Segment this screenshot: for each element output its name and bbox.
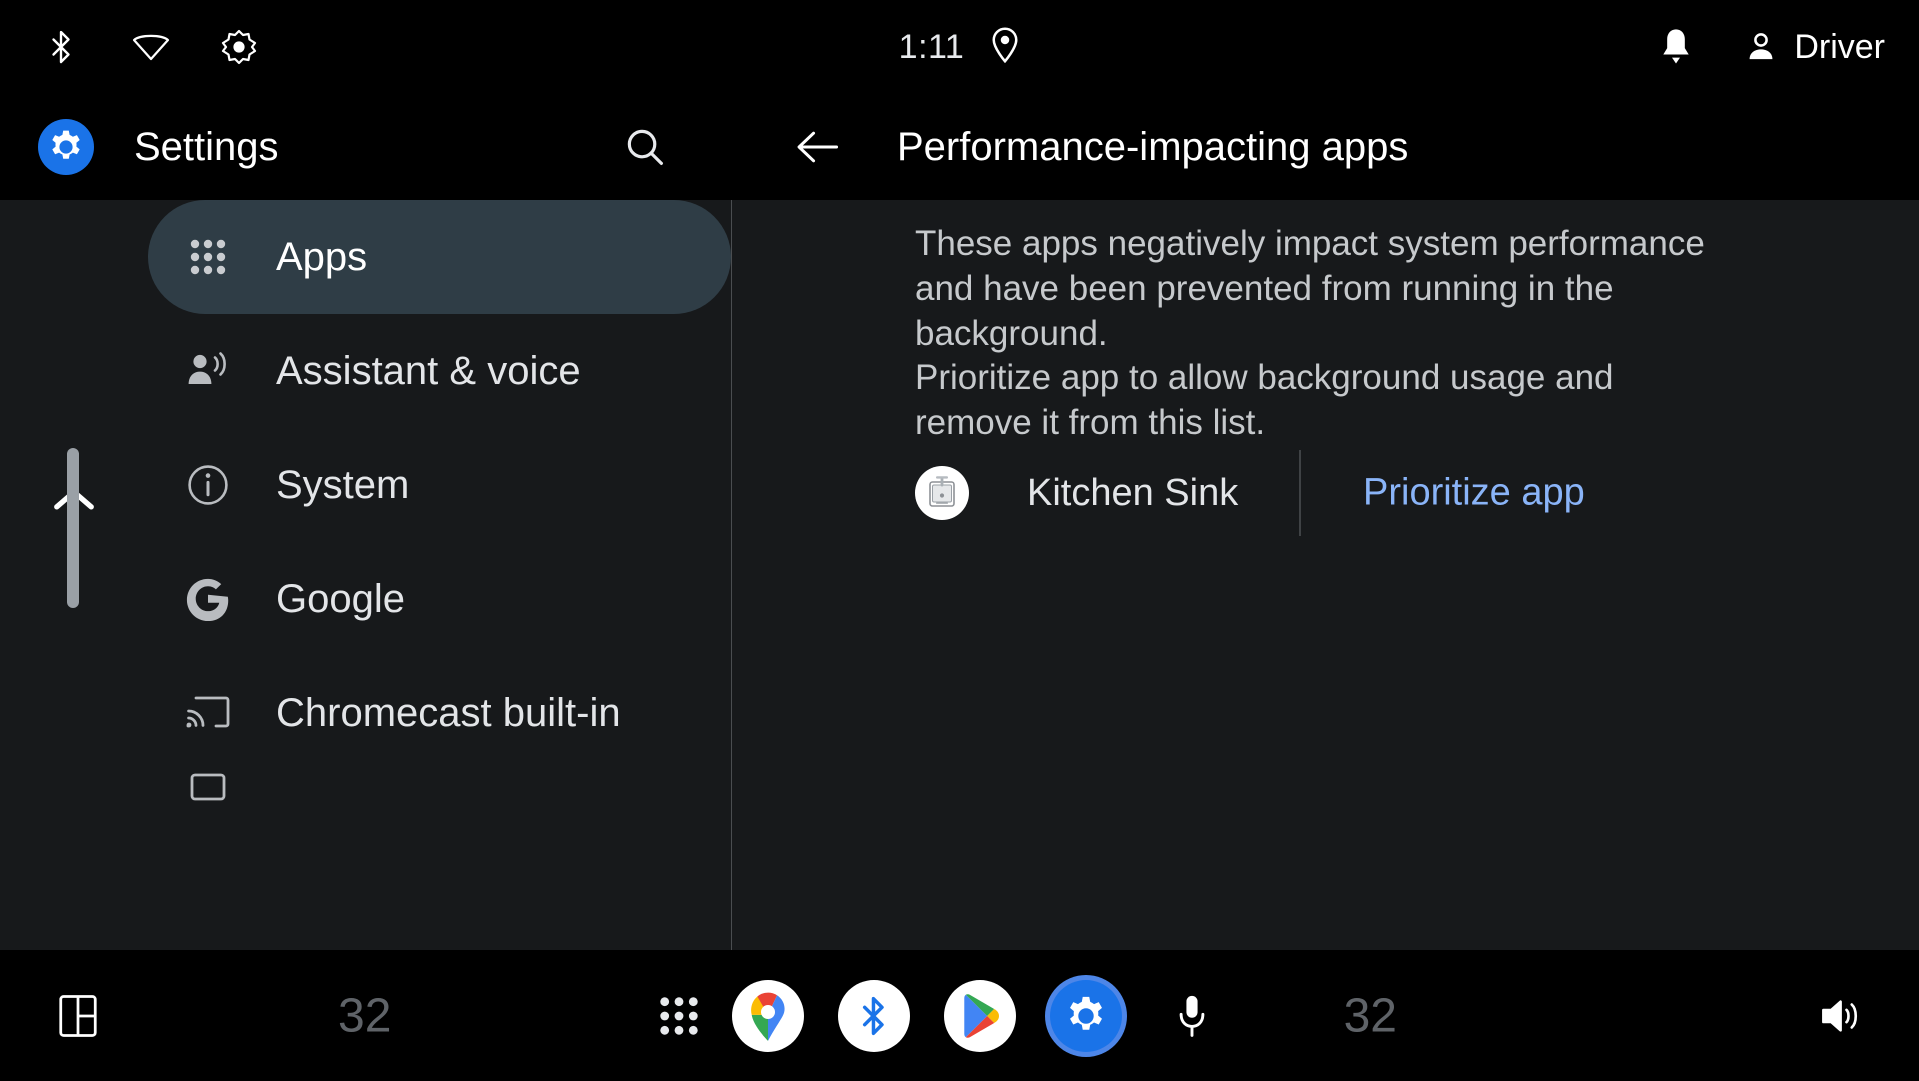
- sidebar-item-label: Google: [276, 576, 405, 621]
- sidebar-item-label: System: [276, 462, 410, 507]
- performance-app-row: Kitchen Sink Prioritize app: [915, 442, 1915, 544]
- detail-panel: These apps negatively impact system perf…: [732, 200, 1919, 950]
- sidebar-item-label: Apps: [276, 234, 368, 279]
- person-icon: [1744, 30, 1778, 64]
- back-arrow-icon[interactable]: [789, 119, 845, 175]
- maps-icon[interactable]: [731, 979, 804, 1052]
- play-store-icon[interactable]: [943, 979, 1016, 1052]
- bluetooth-icon[interactable]: [837, 979, 910, 1052]
- status-bar-center: 1:11: [0, 0, 1919, 94]
- settings-sidebar: Apps Assistant & voice System Google Chr…: [0, 200, 731, 950]
- description-text: These apps negatively impact system perf…: [915, 224, 1705, 443]
- assistant-voice-icon: [180, 343, 236, 399]
- dock-app-list: [731, 979, 1228, 1052]
- row-divider: [1299, 450, 1301, 536]
- clock: 1:11: [898, 27, 965, 66]
- temperature-left[interactable]: 32: [338, 988, 391, 1043]
- bottom-navigation-bar: 32 32: [0, 950, 1919, 1081]
- kitchen-sink-app-icon: [915, 466, 969, 520]
- prioritize-app-button[interactable]: Prioritize app: [1363, 472, 1585, 515]
- google-g-icon: [180, 571, 236, 627]
- detail-app-bar: Performance-impacting apps: [731, 94, 1919, 200]
- partial-item-icon: [180, 770, 236, 810]
- microphone-icon[interactable]: [1156, 980, 1228, 1052]
- status-bar-right: Driver: [1658, 0, 1885, 94]
- app-bar-row: Settings Performance-impacting apps: [0, 94, 1919, 200]
- status-bar: 1:11 Driver: [0, 0, 1919, 94]
- app-name-label: Kitchen Sink: [1027, 471, 1239, 514]
- search-icon[interactable]: [617, 119, 673, 175]
- scrollbar-thumb[interactable]: [67, 448, 79, 608]
- sidebar-item-label: Assistant & voice: [276, 348, 581, 393]
- page-title: Settings: [134, 124, 279, 169]
- user-profile-chip[interactable]: Driver: [1744, 28, 1885, 67]
- location-pin-icon: [990, 26, 1020, 69]
- volume-up-icon[interactable]: [1813, 988, 1869, 1044]
- temperature-right[interactable]: 32: [1344, 988, 1397, 1043]
- apps-grid-icon[interactable]: [655, 992, 703, 1040]
- sidebar-item-google[interactable]: Google: [148, 542, 731, 656]
- apps-grid-icon: [180, 229, 236, 285]
- sidebar-item-label: Chromecast built-in: [276, 690, 621, 735]
- main-body: Apps Assistant & voice System Google Chr…: [0, 200, 1919, 950]
- sidebar-item-apps[interactable]: Apps: [148, 200, 731, 314]
- cast-icon: [180, 685, 236, 741]
- user-name-label: Driver: [1794, 27, 1885, 66]
- sidebar-item-partial[interactable]: [148, 770, 731, 810]
- info-circle-icon: [180, 457, 236, 513]
- sidebar-scrollbar[interactable]: [0, 200, 148, 950]
- split-screen-layout-icon[interactable]: [50, 988, 106, 1044]
- sidebar-nav-list: Apps Assistant & voice System Google Chr…: [148, 200, 731, 810]
- sidebar-item-assistant-voice[interactable]: Assistant & voice: [148, 314, 731, 428]
- settings-gear-icon[interactable]: [1049, 979, 1122, 1052]
- detail-page-title: Performance-impacting apps: [897, 124, 1409, 169]
- settings-app-bar: Settings: [0, 94, 731, 200]
- notification-bell-icon[interactable]: [1658, 27, 1694, 67]
- sidebar-item-system[interactable]: System: [148, 428, 731, 542]
- settings-gear-icon: [38, 119, 94, 175]
- sidebar-item-chromecast-built-in[interactable]: Chromecast built-in: [148, 656, 731, 770]
